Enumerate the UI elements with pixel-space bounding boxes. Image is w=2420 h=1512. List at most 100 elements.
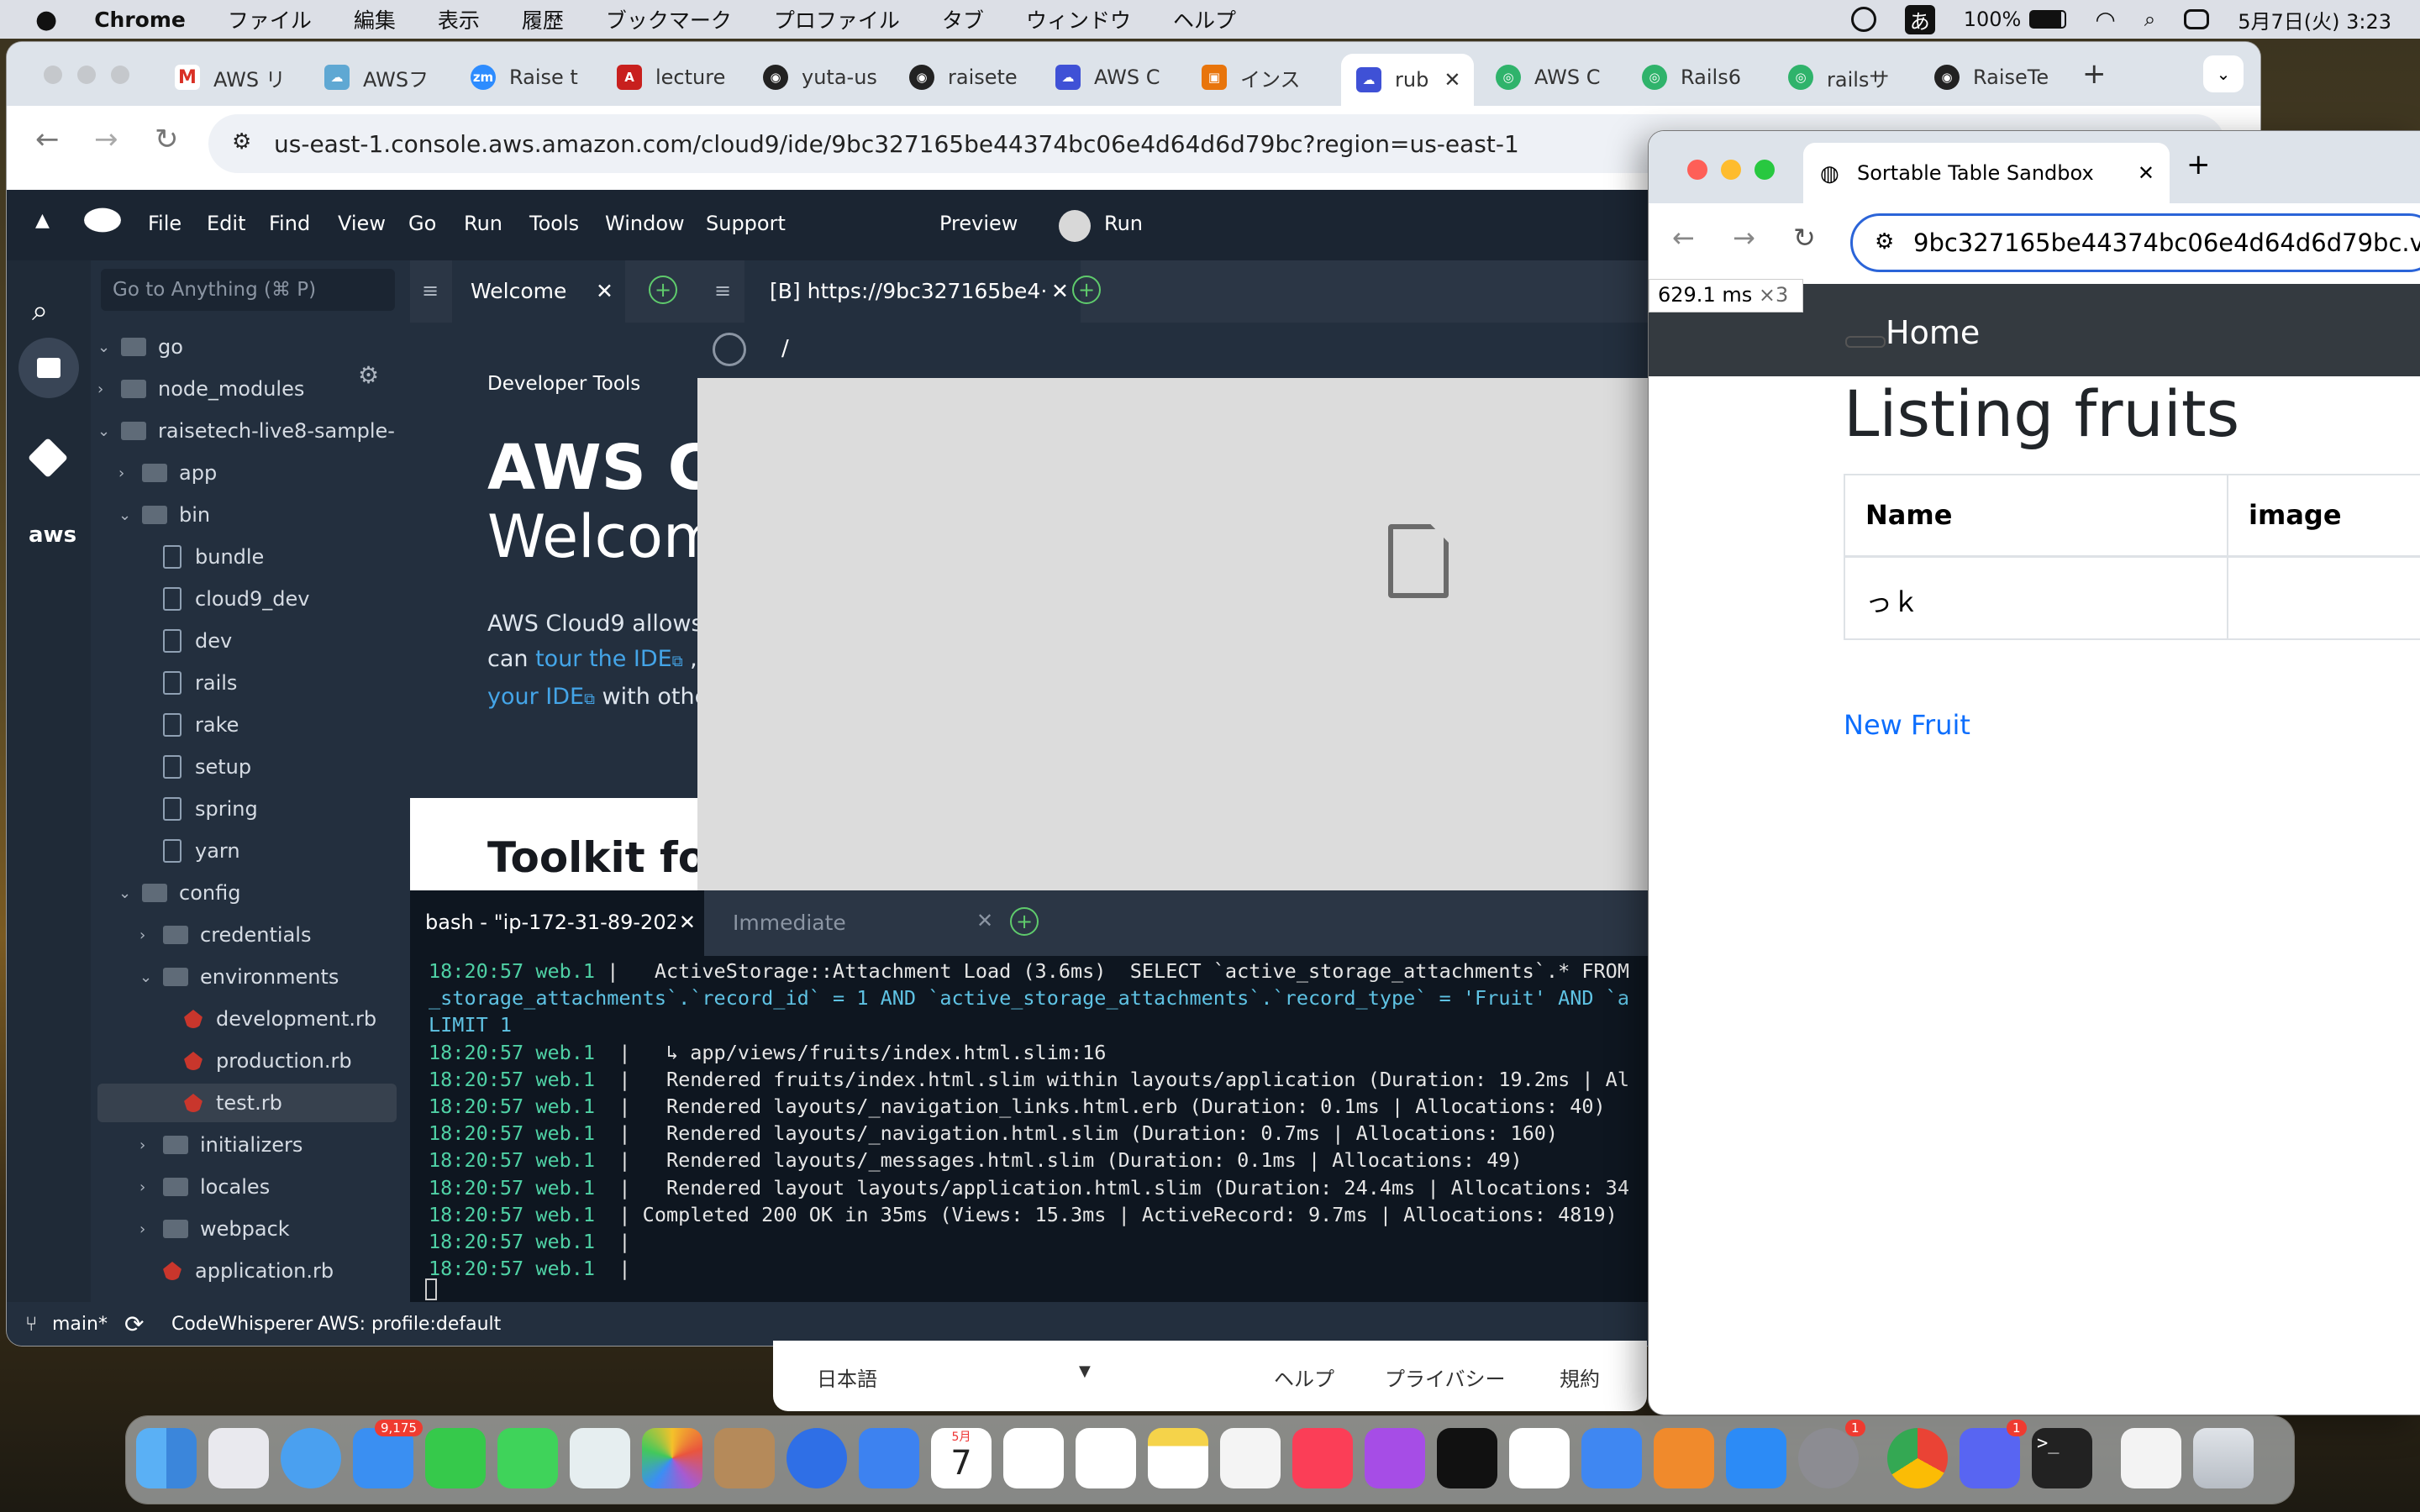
chevron-down-icon[interactable]: ▼ [1079, 1362, 1091, 1380]
browser-tab[interactable]: ☁ AWS C [1055, 59, 1181, 96]
close-tab-icon[interactable]: ✕ [1046, 279, 1069, 303]
facetime-icon[interactable] [425, 1428, 486, 1488]
tree-settings-icon[interactable]: ⚙ [358, 361, 379, 389]
app-store-icon[interactable] [1726, 1428, 1786, 1488]
chevron-right-icon[interactable]: › [118, 465, 142, 482]
close-tab-icon[interactable]: ✕ [675, 911, 696, 934]
tree-item[interactable]: ⌄ bin [118, 496, 210, 534]
omnibox-url[interactable]: 9bc327165be44374bc06e4d64d6d79bc.vfs.c [1913, 228, 2420, 257]
aws-icon[interactable]: aws [29, 522, 76, 548]
browser-tab[interactable]: ◉ yuta-us [763, 59, 889, 96]
new-tab-icon[interactable]: + [1072, 276, 1101, 304]
new-tab-button[interactable]: + [2186, 148, 2211, 181]
finder-icon[interactable] [136, 1428, 197, 1488]
discord-icon[interactable] [1960, 1428, 2020, 1488]
new-tab-icon[interactable]: + [1010, 907, 1039, 936]
tab-search-button[interactable]: ⌄ [2203, 55, 2244, 92]
tree-item[interactable]: dev [139, 622, 232, 660]
menu-help[interactable]: ヘルプ [1173, 4, 1236, 34]
close-tab-icon[interactable]: ✕ [596, 279, 613, 303]
notes-icon[interactable] [1148, 1428, 1208, 1488]
tree-item[interactable]: ⌄ config [118, 874, 240, 912]
music-icon[interactable] [1292, 1428, 1353, 1488]
preview-path-input[interactable]: / [781, 336, 789, 361]
column-header-name[interactable]: Name [1845, 475, 2228, 555]
ime-indicator[interactable]: あ [1904, 4, 1935, 34]
terminal-icon[interactable]: >_ [2032, 1428, 2092, 1488]
tree-item[interactable]: application.rb [139, 1252, 334, 1290]
close-window-button[interactable] [1687, 160, 1707, 180]
play-icon[interactable] [1850, 7, 1876, 32]
browser-tab-active[interactable]: ☁ rub ✕ [1341, 54, 1474, 106]
safari-icon[interactable] [281, 1428, 341, 1488]
app-icon[interactable] [786, 1428, 847, 1488]
tree-item[interactable]: › initializers [139, 1126, 302, 1164]
browser-tab[interactable]: M AWS リ [175, 59, 301, 96]
menu-app-name[interactable]: Chrome [94, 8, 186, 32]
tree-item[interactable]: boot.rb [139, 1294, 268, 1302]
control-center-icon[interactable] [2184, 9, 2210, 29]
menu-clock[interactable]: 5月7日(火) 3:23 [2238, 5, 2391, 34]
new-tab-icon[interactable]: + [649, 276, 677, 304]
menu-run[interactable]: Run [464, 212, 502, 235]
battery-icon[interactable] [2029, 10, 2067, 29]
column-header-image[interactable]: image [2228, 475, 2420, 555]
apple-tv-icon[interactable] [1437, 1428, 1497, 1488]
menu-file[interactable]: File [148, 212, 182, 235]
terms-link[interactable]: 規約 [1560, 1362, 1600, 1392]
tree-item[interactable]: ⌄ raisetech-live8-sample- [97, 412, 395, 450]
tree-item[interactable]: development.rb [160, 1000, 376, 1038]
site-info-icon[interactable]: ⚙ [232, 129, 251, 155]
forward-icon[interactable]: → [94, 123, 118, 156]
menu-tab[interactable]: タブ [942, 4, 984, 34]
tree-item[interactable]: › node_modules [97, 370, 304, 408]
tree-item[interactable]: bundle [139, 538, 264, 576]
chevron-down-icon[interactable]: ⌄ [118, 885, 142, 902]
new-fruit-link[interactable]: New Fruit [1844, 709, 1970, 741]
messages-icon[interactable] [497, 1428, 558, 1488]
browser-tab[interactable]: ▣ インス [1202, 59, 1328, 96]
privacy-link[interactable]: プライバシー [1385, 1362, 1506, 1392]
podcasts-icon[interactable] [1365, 1428, 1425, 1488]
menu-tools[interactable]: Tools [529, 212, 579, 235]
tree-item[interactable]: test.rb [97, 1084, 397, 1122]
menu-window[interactable]: ウィンドウ [1026, 4, 1131, 34]
wifi-icon[interactable]: ◠ [2095, 6, 2115, 34]
reminders-icon[interactable] [1076, 1428, 1136, 1488]
menu-edit[interactable]: Edit [207, 212, 245, 235]
tree-item[interactable]: spring [139, 790, 258, 828]
zoom-window-button[interactable] [111, 66, 129, 84]
menu-edit[interactable]: 編集 [354, 4, 396, 34]
tree-item[interactable]: › app [118, 454, 217, 492]
menu-file[interactable]: ファイル [228, 4, 312, 34]
menu-find[interactable]: Find [269, 212, 310, 235]
app-icon[interactable] [859, 1428, 919, 1488]
tab-welcome[interactable]: Welcome ✕ [452, 260, 625, 323]
back-icon[interactable]: ← [1672, 222, 1695, 254]
chevron-down-icon[interactable]: ⌄ [139, 969, 163, 986]
freeform-icon[interactable] [1220, 1428, 1281, 1488]
chevron-right-icon[interactable]: › [139, 1137, 163, 1154]
browser-tab[interactable]: ◎ Rails6 [1642, 59, 1768, 96]
tree-item[interactable]: cloud9_dev [139, 580, 309, 618]
close-tab-icon[interactable]: ✕ [976, 909, 993, 932]
tree-item[interactable]: rake [139, 706, 239, 744]
aws-profile-status[interactable]: AWS: profile:default [318, 1314, 501, 1335]
calendar-icon[interactable]: 5月 7 [931, 1428, 992, 1488]
browser-tab[interactable]: zm Raise t [471, 59, 597, 96]
menu-view[interactable]: 表示 [438, 4, 480, 34]
tree-item[interactable]: › webpack [139, 1210, 290, 1248]
omnibox[interactable]: ⚙ 9bc327165be44374bc06e4d64d6d79bc.vfs.c [1850, 213, 2420, 272]
pane-menu-icon[interactable]: ≡ [422, 279, 439, 302]
sync-icon[interactable]: ⟳ [124, 1310, 144, 1338]
browser-tab[interactable]: Alecture [617, 59, 743, 96]
menu-profiles[interactable]: プロファイル [774, 4, 900, 34]
collapse-menu-icon[interactable]: ▲ [35, 210, 50, 231]
battery-percent[interactable]: 100% [1964, 8, 2022, 31]
contacts-icon[interactable] [714, 1428, 775, 1488]
menu-view[interactable]: View [338, 212, 386, 235]
tour-ide-link[interactable]: tour the IDE [535, 646, 672, 672]
close-tab-icon[interactable]: ✕ [1444, 68, 1460, 92]
menu-history[interactable]: 履歴 [522, 4, 564, 34]
codewhisperer-status[interactable]: CodeWhisperer [171, 1314, 313, 1335]
